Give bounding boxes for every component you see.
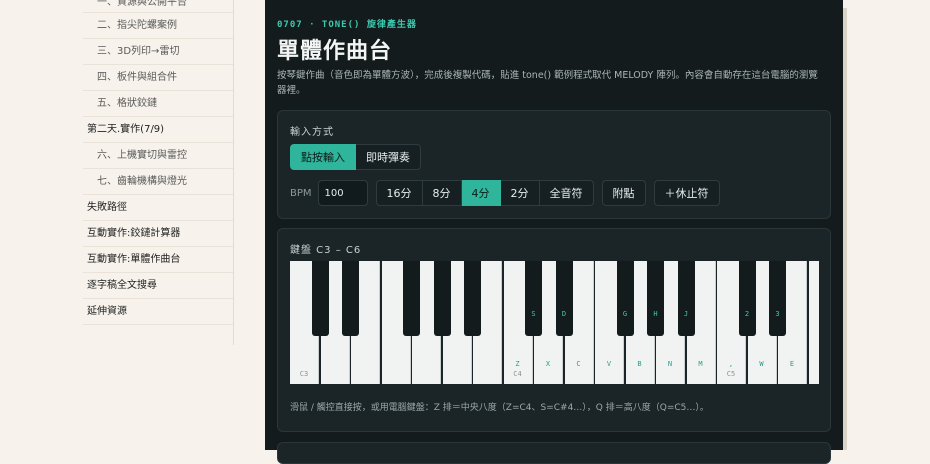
add-rest-button[interactable]: ＋休止符 (653, 180, 720, 206)
key-shortcut-label: X (545, 360, 551, 368)
sidebar-item[interactable]: 五、格狀鉸鏈 (83, 91, 233, 117)
black-key[interactable] (403, 261, 420, 336)
composer-panel: 0707 · TONE() 旋律產生器 單體作曲台 按琴鍵作曲（音色即為單體方波… (265, 0, 843, 464)
bpm-label: BPM (290, 187, 312, 199)
duration-8th-button[interactable]: 8分 (422, 180, 462, 206)
sidebar-item[interactable]: 逐字稿全文搜尋 (83, 273, 233, 299)
sidebar-item[interactable]: 第二天.實作(7/9) (83, 117, 233, 143)
note-name-label: C3 (299, 370, 309, 378)
piano-keyboard: C3 Z C4 X C V B N M, C5 W E S D G H J 2 3 (290, 261, 819, 384)
black-key[interactable]: D (555, 261, 573, 336)
keyboard-hint: 滑鼠 / 觸控直接按，或用電腦鍵盤：Z 排＝中央八度（Z=C4、S=C#4…），… (290, 403, 709, 413)
sidebar-item[interactable]: 六、上機實切與雷控 (83, 143, 233, 169)
sidebar-item[interactable]: 一、資源與公開平台 (83, 0, 233, 13)
keyboard-card: 鍵盤 C3 – C6 C3 Z C4 X C V B N M, C5 W E S D G H J 2 3 滑鼠 / … (277, 228, 831, 432)
sidebar-item[interactable]: 七、齒輪機構與燈光 (83, 169, 233, 195)
black-key[interactable]: 3 (769, 261, 786, 336)
key-shortcut-label: D (561, 310, 567, 318)
key-shortcut-label: B (637, 360, 642, 368)
dotted-button[interactable]: 附點 (601, 180, 646, 206)
sidebar-item[interactable]: 四、板件與組合件 (83, 65, 233, 91)
black-key[interactable]: S (525, 261, 542, 336)
input-mode-toggle: 點按輸入 即時彈奏 (290, 144, 421, 170)
sidebar-item[interactable]: 互動實作:鉸鏈計算器 (83, 221, 233, 247)
key-shortcut-label: C (576, 360, 581, 368)
black-key[interactable] (464, 261, 481, 336)
key-shortcut-label: Z (515, 360, 520, 368)
sidebar-item[interactable]: 延伸資源 (83, 299, 233, 325)
section-eyebrow: 0707 · TONE() 旋律產生器 (277, 20, 417, 30)
sidebar-item[interactable]: 失敗路徑 (83, 195, 233, 221)
key-shortcut-label: J (683, 310, 689, 318)
duration-selector: 16分 8分 4分 2分 全音符 (375, 180, 594, 206)
key-shortcut-label: , (728, 360, 734, 368)
page-title: 單體作曲台 (277, 39, 393, 64)
sidebar-item[interactable]: 三、3D列印→雷切 (83, 39, 233, 65)
key-shortcut-label: E (789, 360, 795, 368)
options-row: BPM 16分 8分 4分 2分 全音符 附點 ＋休止符 (290, 180, 720, 206)
key-shortcut-label: V (606, 360, 612, 368)
sidebar-nav: 一、資源與公開平台 二、指尖陀螺案例 三、3D列印→雷切 四、板件與組合件 五、格狀鉸鏈… (83, 0, 234, 345)
note-name-label: C5 (726, 370, 736, 378)
black-key[interactable]: J (677, 261, 695, 336)
duration-quarter-button[interactable]: 4分 (461, 180, 501, 206)
key-shortcut-label: S (531, 310, 536, 318)
key-shortcut-label: N (667, 360, 673, 368)
black-key[interactable]: G (616, 261, 634, 336)
duration-half-button[interactable]: 2分 (500, 180, 540, 206)
key-shortcut-label: H (653, 310, 658, 318)
page-description: 按琴鍵作曲（音色即為單體方波），完成後複製代碼，貼進 tone() 範例程式取代… (277, 70, 818, 96)
note-name-label: C4 (513, 370, 522, 378)
black-key[interactable] (342, 261, 359, 336)
black-key[interactable] (433, 261, 451, 336)
black-key[interactable] (311, 261, 329, 336)
sidebar-item[interactable]: 互動實作:單體作曲台 (83, 247, 233, 273)
white-key[interactable] (808, 261, 819, 384)
key-shortcut-label: W (759, 360, 764, 368)
key-shortcut-label: 2 (744, 310, 750, 318)
black-key[interactable]: H (647, 261, 664, 336)
page-edge (843, 8, 847, 450)
sidebar-item[interactable]: 二、指尖陀螺案例 (83, 13, 233, 39)
black-key[interactable]: 2 (738, 261, 756, 336)
live-play-button[interactable]: 即時彈奏 (356, 144, 421, 170)
keyboard-label: 鍵盤 C3 – C6 (290, 245, 362, 256)
key-shortcut-label: 3 (775, 310, 780, 318)
key-shortcut-label: G (622, 310, 628, 318)
input-method-card: 輸入方式 點按輸入 即時彈奏 BPM 16分 8分 4分 2分 全音符 附點 ＋… (277, 110, 831, 219)
next-card (277, 442, 831, 464)
tap-input-button[interactable]: 點按輸入 (290, 144, 356, 170)
bpm-input[interactable] (317, 180, 368, 206)
duration-16th-button[interactable]: 16分 (375, 180, 423, 206)
duration-whole-button[interactable]: 全音符 (539, 180, 594, 206)
key-shortcut-label: M (698, 360, 703, 368)
input-method-label: 輸入方式 (290, 127, 334, 138)
